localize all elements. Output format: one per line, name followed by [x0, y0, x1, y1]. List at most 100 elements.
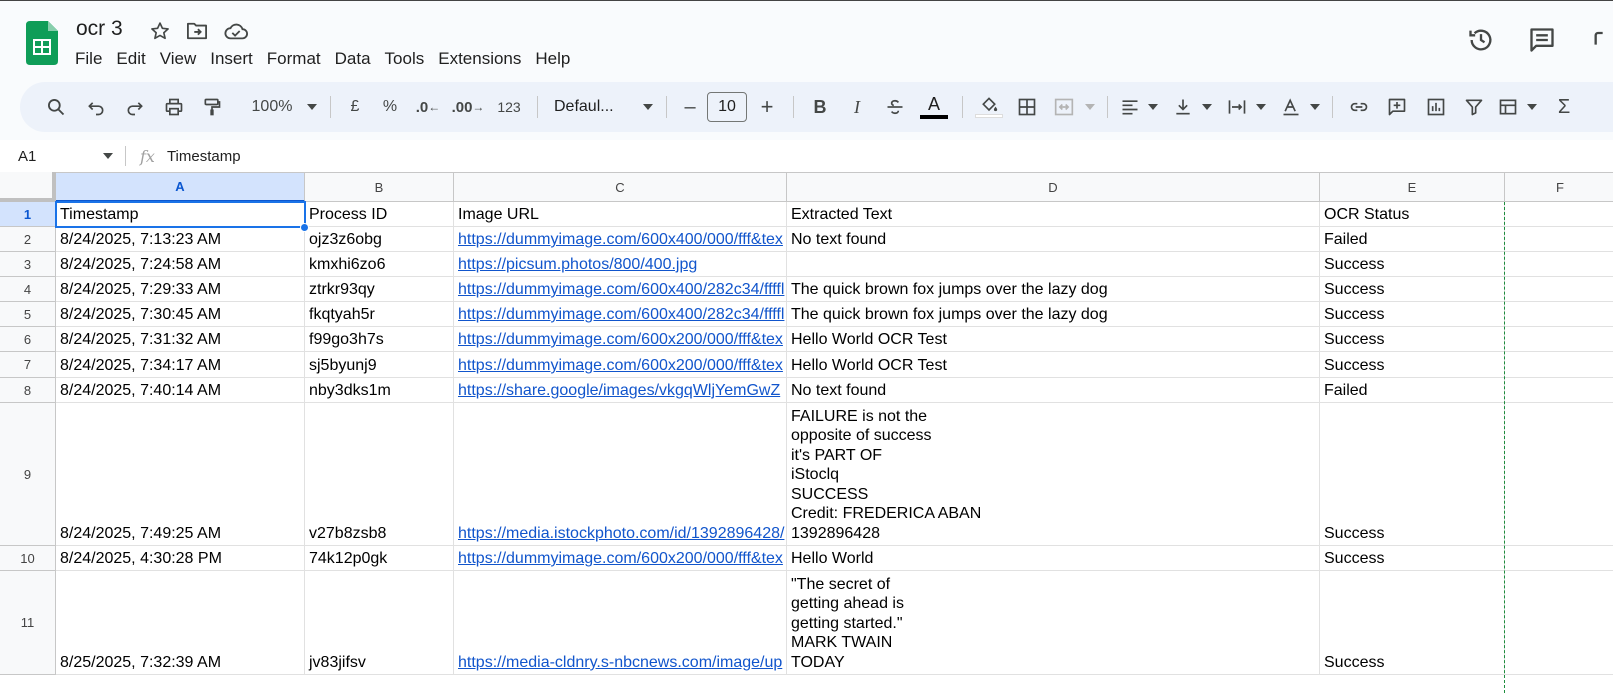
- table-cell[interactable]: Hello World OCR Test: [787, 352, 1320, 378]
- select-all-corner[interactable]: [0, 172, 56, 202]
- chevron-down-icon[interactable]: [302, 89, 322, 125]
- table-cell[interactable]: 8/24/2025, 7:30:45 AM: [56, 302, 305, 327]
- font-family-select[interactable]: Defaul...: [546, 89, 638, 125]
- column-header-a[interactable]: A: [56, 172, 305, 202]
- table-cell[interactable]: Hello World OCR Test: [787, 327, 1320, 352]
- table-cell[interactable]: Success: [1320, 327, 1505, 352]
- table-cell[interactable]: [1505, 352, 1613, 378]
- redo-icon[interactable]: [116, 89, 154, 125]
- italic-button[interactable]: I: [838, 89, 876, 125]
- table-cell[interactable]: v27b8zsb8: [305, 403, 454, 546]
- table-cell[interactable]: Success: [1320, 302, 1505, 327]
- table-cell[interactable]: [1505, 202, 1613, 227]
- url-link[interactable]: https://dummyimage.com/600x400/282c34/ff…: [454, 277, 787, 302]
- undo-icon[interactable]: [76, 89, 116, 125]
- table-cell[interactable]: fkqtyah5r: [305, 302, 454, 327]
- font-size-input[interactable]: 10: [707, 92, 747, 122]
- url-link[interactable]: https://dummyimage.com/600x200/000/fff&t…: [454, 352, 787, 378]
- menu-extensions[interactable]: Extensions: [431, 47, 528, 71]
- table-cell[interactable]: 8/24/2025, 7:24:58 AM: [56, 252, 305, 277]
- strikethrough-button[interactable]: [876, 89, 914, 125]
- table-cell[interactable]: 8/25/2025, 7:32:39 AM: [56, 571, 305, 675]
- search-menus-icon[interactable]: [38, 89, 74, 125]
- document-title[interactable]: ocr 3: [76, 17, 123, 41]
- url-link[interactable]: https://dummyimage.com/600x400/282c34/ff…: [454, 302, 787, 327]
- percent-format-button[interactable]: %: [371, 89, 409, 125]
- cloud-status-icon[interactable]: [224, 19, 248, 43]
- increase-decimal-button[interactable]: .00 →: [447, 89, 489, 125]
- star-icon[interactable]: [148, 19, 172, 43]
- chevron-down-icon[interactable]: [1252, 89, 1270, 125]
- fill-handle[interactable]: [300, 223, 309, 232]
- table-cell[interactable]: ztrkr93qy: [305, 277, 454, 302]
- column-header-c[interactable]: C: [454, 172, 787, 202]
- table-cell[interactable]: [1505, 302, 1613, 327]
- menu-insert[interactable]: Insert: [203, 47, 260, 71]
- url-link[interactable]: https://dummyimage.com/600x400/000/fff&t…: [454, 227, 787, 252]
- table-cell[interactable]: [1505, 227, 1613, 252]
- table-cell[interactable]: [1505, 571, 1613, 675]
- chevron-down-icon[interactable]: [638, 89, 658, 125]
- row-header[interactable]: 2: [0, 227, 56, 252]
- table-cell[interactable]: Extracted Text: [787, 202, 1320, 227]
- increase-font-size-button[interactable]: +: [749, 89, 785, 125]
- menu-format[interactable]: Format: [260, 47, 328, 71]
- row-header[interactable]: 5: [0, 302, 56, 327]
- column-header-f[interactable]: F: [1505, 172, 1613, 202]
- chevron-down-icon[interactable]: [1523, 89, 1541, 125]
- text-wrapping-icon[interactable]: [1222, 89, 1252, 125]
- chevron-down-icon[interactable]: [1198, 89, 1216, 125]
- menu-help[interactable]: Help: [528, 47, 577, 71]
- bold-button[interactable]: B: [802, 89, 838, 125]
- table-cell[interactable]: Process ID: [305, 202, 454, 227]
- paint-format-icon[interactable]: [194, 89, 230, 125]
- url-link[interactable]: https://media-cldnry.s-nbcnews.com/image…: [454, 571, 787, 675]
- column-header-d[interactable]: D: [787, 172, 1320, 202]
- table-cell[interactable]: Success: [1320, 403, 1505, 546]
- insert-chart-icon[interactable]: [1417, 89, 1455, 125]
- horizontal-align-icon[interactable]: [1116, 89, 1144, 125]
- print-icon[interactable]: [154, 89, 194, 125]
- row-header[interactable]: 4: [0, 277, 56, 302]
- sheets-logo-icon[interactable]: [26, 21, 58, 65]
- menu-edit[interactable]: Edit: [109, 47, 152, 71]
- filter-views-icon[interactable]: [1493, 89, 1523, 125]
- table-cell[interactable]: [1505, 546, 1613, 571]
- more-formats-button[interactable]: 123: [489, 89, 529, 125]
- row-header[interactable]: 1: [0, 202, 56, 227]
- move-folder-icon[interactable]: [185, 19, 209, 43]
- url-link[interactable]: https://share.google/images/vkgqWljYemGw…: [454, 378, 787, 403]
- meet-icon[interactable]: [1590, 25, 1613, 55]
- table-cell[interactable]: Success: [1320, 252, 1505, 277]
- table-cell[interactable]: 8/24/2025, 7:40:14 AM: [56, 378, 305, 403]
- table-cell[interactable]: 8/24/2025, 7:49:25 AM: [56, 403, 305, 546]
- merge-cells-icon[interactable]: [1047, 89, 1081, 125]
- comments-icon[interactable]: [1527, 25, 1557, 55]
- url-link[interactable]: https://dummyimage.com/600x200/000/fff&t…: [454, 546, 787, 571]
- table-cell[interactable]: jv83jifsv: [305, 571, 454, 675]
- table-cell[interactable]: sj5byunj9: [305, 352, 454, 378]
- table-cell[interactable]: Hello World: [787, 546, 1320, 571]
- fill-color-button[interactable]: [971, 89, 1007, 125]
- text-rotation-icon[interactable]: [1276, 89, 1306, 125]
- table-cell[interactable]: No text found: [787, 227, 1320, 252]
- menu-view[interactable]: View: [153, 47, 204, 71]
- currency-format-button[interactable]: £: [339, 89, 371, 125]
- row-header[interactable]: 7: [0, 352, 56, 378]
- insert-comment-icon[interactable]: [1377, 89, 1417, 125]
- table-cell[interactable]: ojz3z6obg: [305, 227, 454, 252]
- name-box[interactable]: A1: [0, 144, 125, 168]
- vertical-align-icon[interactable]: [1168, 89, 1198, 125]
- table-cell[interactable]: 8/24/2025, 4:30:28 PM: [56, 546, 305, 571]
- table-cell[interactable]: [1505, 252, 1613, 277]
- chevron-down-icon[interactable]: [1144, 89, 1162, 125]
- table-cell[interactable]: Success: [1320, 352, 1505, 378]
- url-link[interactable]: https://dummyimage.com/600x200/000/fff&t…: [454, 327, 787, 352]
- row-header[interactable]: 8: [0, 378, 56, 403]
- table-cell[interactable]: [1505, 403, 1613, 546]
- version-history-icon[interactable]: [1466, 25, 1496, 55]
- table-cell[interactable]: [1505, 277, 1613, 302]
- table-cell[interactable]: Failed: [1320, 378, 1505, 403]
- decrease-decimal-button[interactable]: .0 ←: [409, 89, 447, 125]
- table-cell[interactable]: Image URL: [454, 202, 787, 227]
